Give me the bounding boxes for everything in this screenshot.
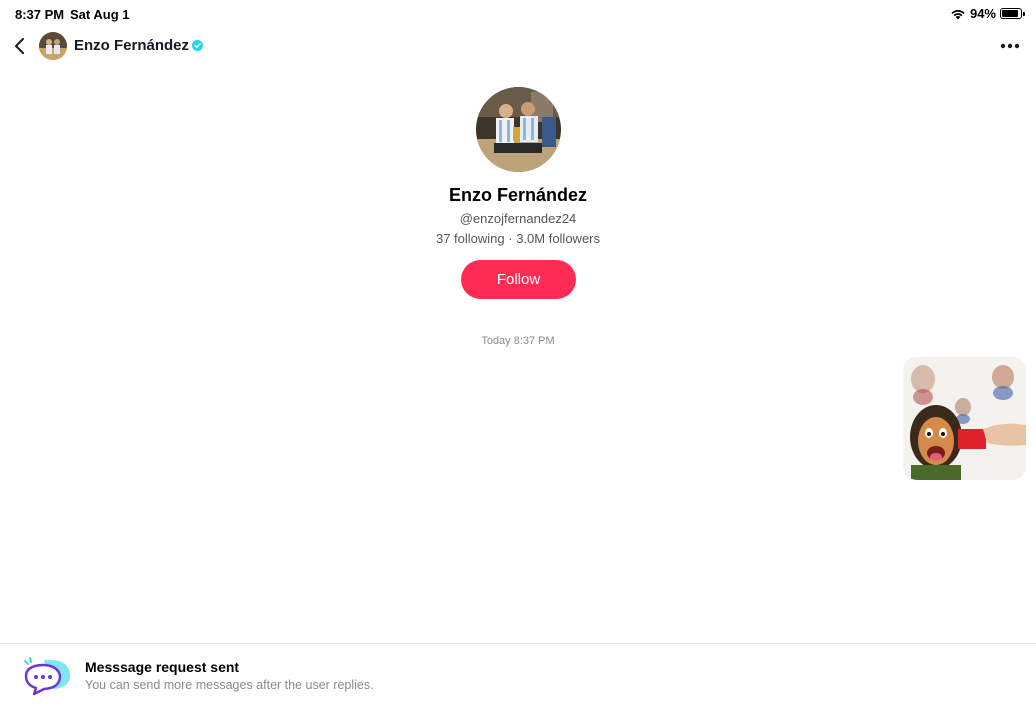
- profile-avatar[interactable]: [476, 87, 561, 172]
- message-request-banner: Messsage request sent You can send more …: [0, 643, 1036, 720]
- header-username: Enzo Fernández: [74, 37, 190, 54]
- cartoon-sticker-icon: [903, 357, 1026, 480]
- status-time: 8:37 PM: [15, 7, 65, 22]
- wifi-icon: [951, 9, 965, 19]
- avatar[interactable]: [39, 32, 67, 60]
- avatar-photo: [39, 32, 67, 60]
- request-sent-subtitle: You can send more messages after the use…: [85, 678, 374, 692]
- profile-handle: @enzojfernandez24: [459, 211, 577, 226]
- status-date: Sat Aug 1: [70, 7, 130, 22]
- more-options-button[interactable]: [998, 34, 1022, 58]
- status-indicators: 94%: [950, 6, 1025, 21]
- header-user[interactable]: Enzo Fernández: [74, 37, 204, 54]
- chat-screen: 8:37 PM Sat Aug 1 94% Enzo Fernández Enz…: [0, 0, 1036, 720]
- more-horizontal-icon: [1000, 43, 1020, 49]
- message-timestamp: Today 8:37 PM: [481, 335, 555, 347]
- profile-name: Enzo Fernández: [448, 185, 587, 205]
- verified-badge-icon: [192, 40, 204, 51]
- status-bar: 8:37 PM Sat Aug 1 94%: [0, 0, 1036, 28]
- battery-icon: [1000, 8, 1025, 19]
- sticker-message[interactable]: [903, 357, 1026, 480]
- profile-stats: 37 following · 3.0M followers: [435, 231, 601, 246]
- profile-photo: [476, 87, 561, 172]
- chevron-left-icon: [15, 38, 24, 54]
- battery-percentage: 94%: [969, 6, 996, 21]
- chat-header: Enzo Fernández: [0, 28, 1036, 64]
- back-button[interactable]: [8, 34, 32, 58]
- request-sent-title: Messsage request sent: [85, 659, 240, 675]
- follow-button[interactable]: Follow: [461, 260, 576, 299]
- message-request-icon: [24, 657, 71, 696]
